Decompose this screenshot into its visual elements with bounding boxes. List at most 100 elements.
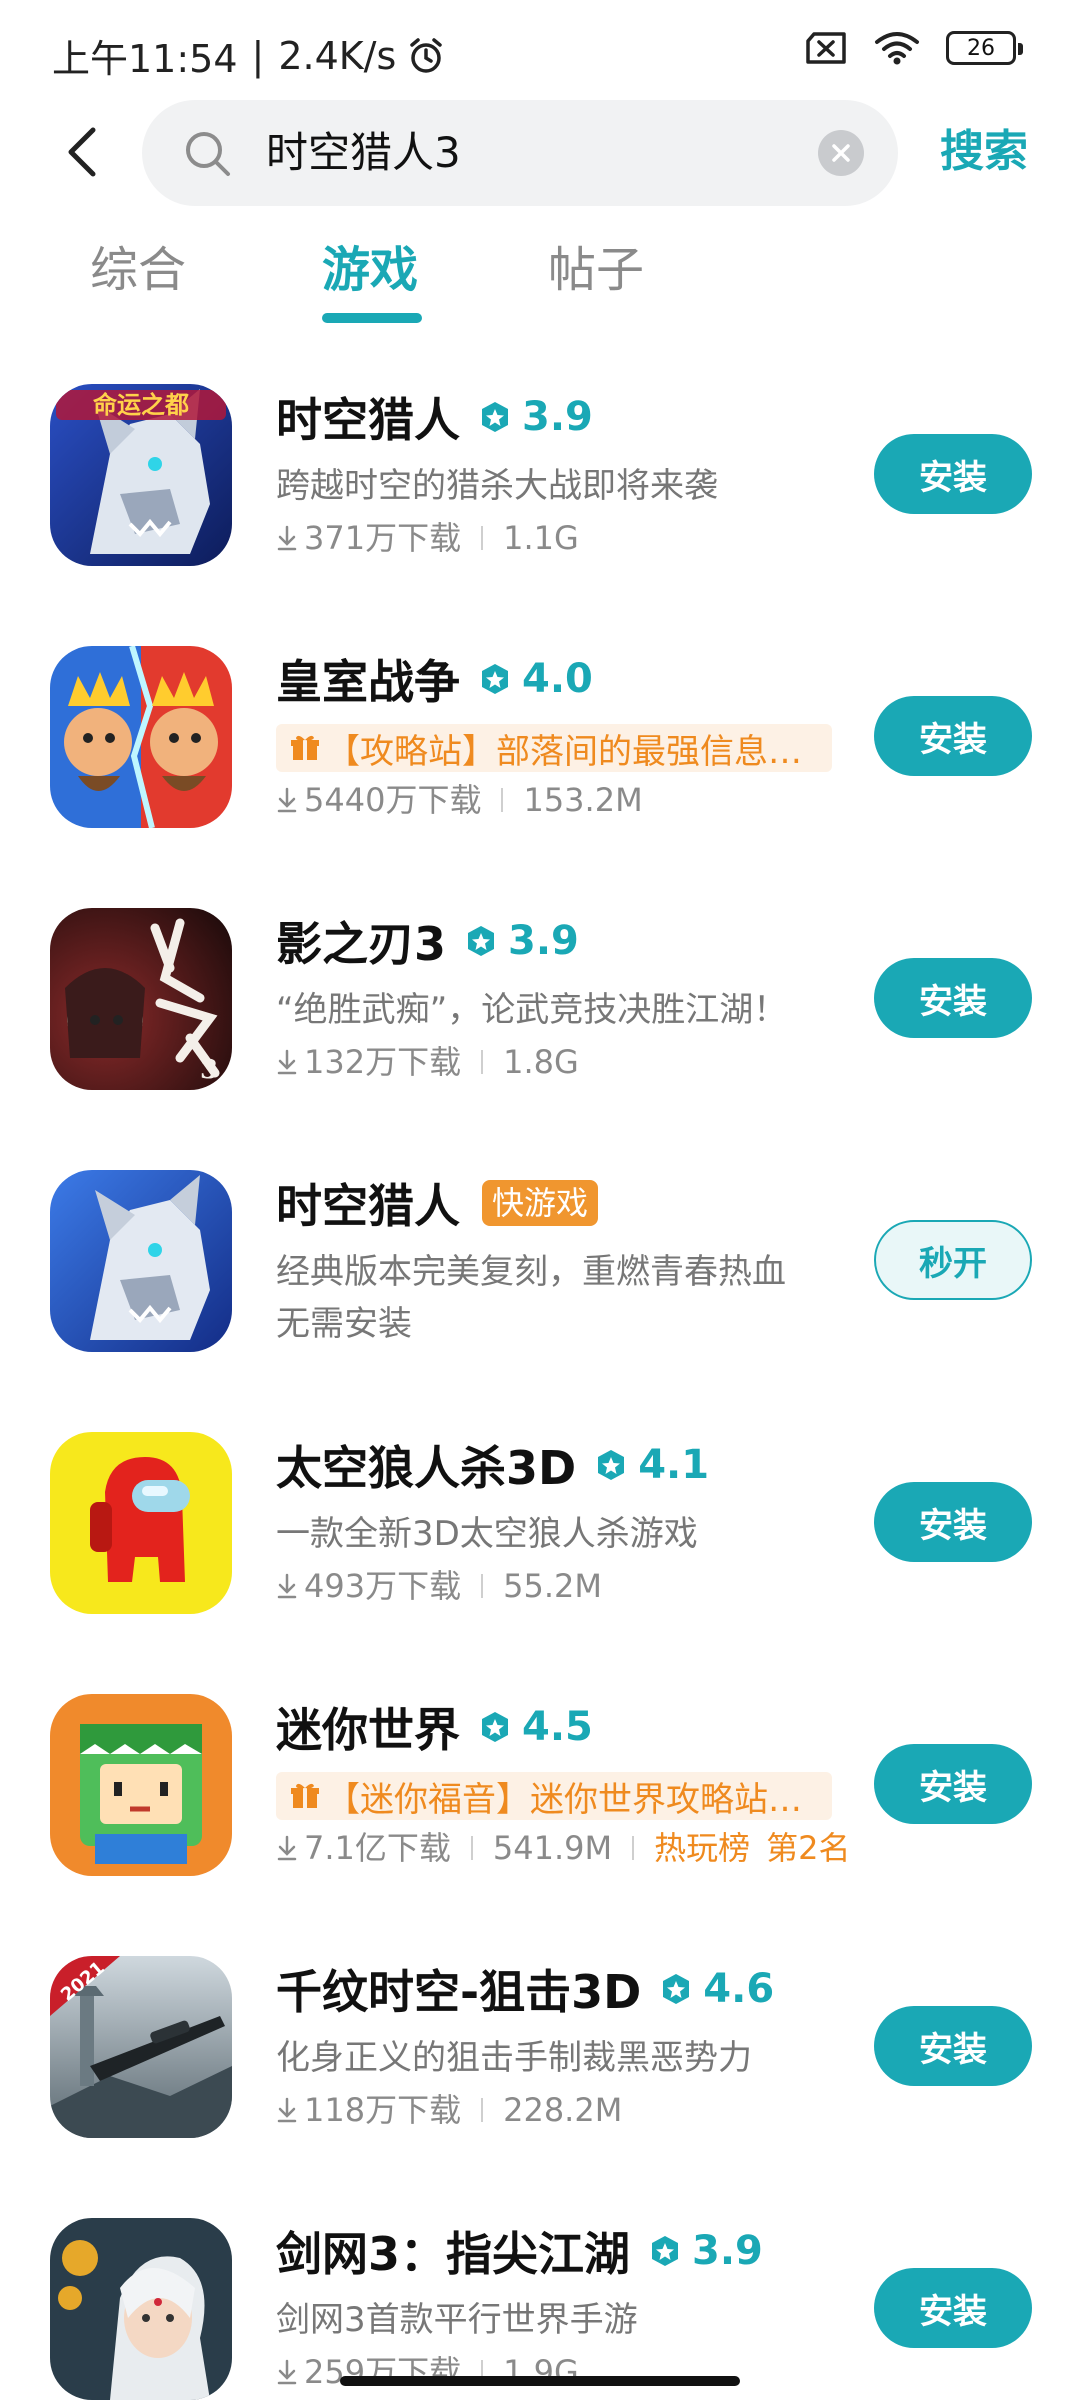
rating-value: 3.9 xyxy=(522,394,593,440)
tab-games[interactable]: 游戏 xyxy=(322,235,418,305)
rating-value: 4.6 xyxy=(703,1966,775,2012)
chart-rank: 第2名 xyxy=(766,1829,851,1867)
search-button[interactable]: 搜索 xyxy=(940,122,1028,182)
back-button[interactable] xyxy=(52,122,112,182)
app-description: 一款全新3D太空狼人杀游戏 xyxy=(276,1514,698,1554)
app-meta: 118万下载 228.2M xyxy=(276,2088,622,2132)
rating: 4.5 xyxy=(478,1704,593,1750)
download-count: 7.1亿下载 xyxy=(304,1829,451,1867)
app-name: 皇室战争 xyxy=(276,655,460,709)
status-network-speed: 2.4K/s xyxy=(278,33,397,78)
app-name: 剑网3：指尖江湖 xyxy=(276,2227,631,2281)
app-name: 太空狼人杀3D xyxy=(276,1441,577,1495)
home-indicator[interactable] xyxy=(340,2376,740,2386)
shadow-blade-icon[interactable]: 3 xyxy=(50,908,232,1090)
rating-badge-icon xyxy=(482,664,508,694)
promo-text: 【攻略站】部落间的最强信息中... xyxy=(326,731,832,772)
hot-chart-label: 热玩榜 xyxy=(654,1829,751,1867)
rating-value: 4.0 xyxy=(522,656,593,702)
list-item[interactable]: 皇室战争 4.0 【攻略站】部落间的最强信息中... 5440万下载 153.2… xyxy=(0,632,1080,892)
status-time: 上午11:54 xyxy=(52,37,238,81)
app-title-row: 迷你世界 4.5 xyxy=(276,1694,593,1760)
app-meta: 132万下载 1.8G xyxy=(276,1040,579,1084)
meta-divider xyxy=(470,1836,473,1860)
app-name: 千纹时空-狙击3D xyxy=(276,1965,642,2019)
list-item[interactable]: 剑网3：指尖江湖 3.9 剑网3首款平行世界手游 259万下载 1.9G 安装 xyxy=(0,2204,1080,2400)
install-button[interactable]: 安装 xyxy=(874,2006,1032,2086)
app-meta: 7.1亿下载 541.9M 热玩榜 第2名 xyxy=(276,1826,851,1870)
promo-banner[interactable]: 【迷你福音】迷你世界攻略站上... xyxy=(276,1772,832,1820)
file-size: 228.2M xyxy=(503,2091,623,2129)
jianwang-icon[interactable] xyxy=(50,2218,232,2400)
tab-all[interactable]: 综合 xyxy=(90,235,186,305)
mini-world-icon[interactable] xyxy=(50,1694,232,1876)
status-left: 上午11:54 | 2.4K/s xyxy=(52,28,446,83)
app-meta: 493万下载 55.2M xyxy=(276,1564,602,1608)
download-icon xyxy=(277,787,297,813)
rating-badge-icon xyxy=(468,926,495,956)
download-count: 371万下载 xyxy=(304,519,462,557)
list-item[interactable]: 命运之都 时空猎人 3.9 跨越时空的猎杀大战即将来袭 371万下载 1.1G … xyxy=(0,370,1080,630)
promo-banner[interactable]: 【攻略站】部落间的最强信息中... xyxy=(276,724,832,772)
rating-value: 4.1 xyxy=(638,1442,710,1488)
app-description: 剑网3首款平行世界手游 xyxy=(276,2300,638,2340)
battery-icon: 26 xyxy=(946,31,1023,65)
search-query[interactable]: 时空猎人3 xyxy=(266,124,461,182)
download-icon xyxy=(277,1049,297,1075)
app-name: 迷你世界 xyxy=(276,1703,460,1757)
list-item[interactable]: 3 影之刃3 3.9 “绝胜武痴”，论武竞技决胜江湖！ 132万下载 1.8G … xyxy=(0,894,1080,1154)
download-icon xyxy=(277,2097,297,2123)
chevron-left-icon xyxy=(68,127,96,177)
status-separator: | xyxy=(251,33,265,78)
search-input[interactable]: 时空猎人3 xyxy=(142,100,898,206)
clash-royale-icon[interactable] xyxy=(50,646,232,828)
meta-divider xyxy=(481,1050,484,1074)
download-count: 132万下载 xyxy=(304,1043,462,1081)
install-button[interactable]: 安装 xyxy=(874,2268,1032,2348)
wolf-icon-app[interactable] xyxy=(50,1170,232,1352)
install-button[interactable]: 安装 xyxy=(874,1744,1032,1824)
app-description: “绝胜武痴”，论武竞技决胜江湖！ xyxy=(276,990,788,1030)
download-count: 5440万下载 xyxy=(304,781,482,819)
sniper-icon[interactable]: 2021 xyxy=(50,1956,232,2138)
install-button[interactable]: 安装 xyxy=(874,1482,1032,1562)
app-title-row: 皇室战争 4.0 xyxy=(276,646,593,712)
rating-badge-icon xyxy=(598,1450,625,1480)
list-item[interactable]: 2021 千纹时空-狙击3D 4.6 化身正义的狙击手制裁黑恶势力 118万下载… xyxy=(0,1942,1080,2202)
tab-posts[interactable]: 帖子 xyxy=(548,235,644,305)
app-description-secondary: 无需安装 xyxy=(276,1304,412,1344)
gift-icon xyxy=(291,735,319,760)
meta-divider xyxy=(501,788,504,812)
app-title-row: 时空猎人 3.9 xyxy=(276,384,593,450)
meta-divider xyxy=(632,1836,635,1860)
install-button[interactable]: 安装 xyxy=(874,958,1032,1038)
install-button[interactable]: 安装 xyxy=(874,434,1032,514)
list-item[interactable]: 时空猎人 快游戏 经典版本完美复刻，重燃青春热血 无需安装 秒开 xyxy=(0,1156,1080,1416)
result-tabs: 综合 游戏 帖子 xyxy=(0,235,1080,325)
app-title-row: 剑网3：指尖江湖 3.9 xyxy=(276,2218,763,2284)
app-description: 化身正义的狙击手制裁黑恶势力 xyxy=(276,2038,752,2078)
gift-icon xyxy=(291,1783,319,1808)
instant-play-button[interactable]: 秒开 xyxy=(874,1220,1032,1300)
rating: 4.1 xyxy=(594,1442,709,1488)
file-size: 153.2M xyxy=(523,781,643,819)
meta-divider xyxy=(481,2098,484,2122)
file-size: 541.9M xyxy=(492,1829,613,1867)
download-icon xyxy=(277,2359,297,2385)
install-button[interactable]: 安装 xyxy=(874,696,1032,776)
download-icon xyxy=(277,1573,297,1599)
among-us-icon[interactable] xyxy=(50,1432,232,1614)
promo-text: 【迷你福音】迷你世界攻略站上... xyxy=(326,1779,832,1820)
wolf-icon-app[interactable]: 命运之都 xyxy=(50,384,232,566)
file-size: 1.1G xyxy=(503,519,579,557)
list-item[interactable]: 迷你世界 4.5 【迷你福音】迷你世界攻略站上... 7.1亿下载 541.9M… xyxy=(0,1680,1080,1940)
svg-text:命运之都: 命运之都 xyxy=(93,391,189,419)
meta-divider xyxy=(481,526,484,550)
rating: 4.0 xyxy=(478,656,593,702)
rating: 3.9 xyxy=(648,2228,763,2274)
list-item[interactable]: 太空狼人杀3D 4.1 一款全新3D太空狼人杀游戏 493万下载 55.2M 安… xyxy=(0,1418,1080,1678)
rating-value: 4.5 xyxy=(522,1704,593,1750)
rating: 3.9 xyxy=(478,394,593,440)
active-tab-indicator xyxy=(322,313,422,323)
clear-search-button[interactable] xyxy=(818,130,864,176)
